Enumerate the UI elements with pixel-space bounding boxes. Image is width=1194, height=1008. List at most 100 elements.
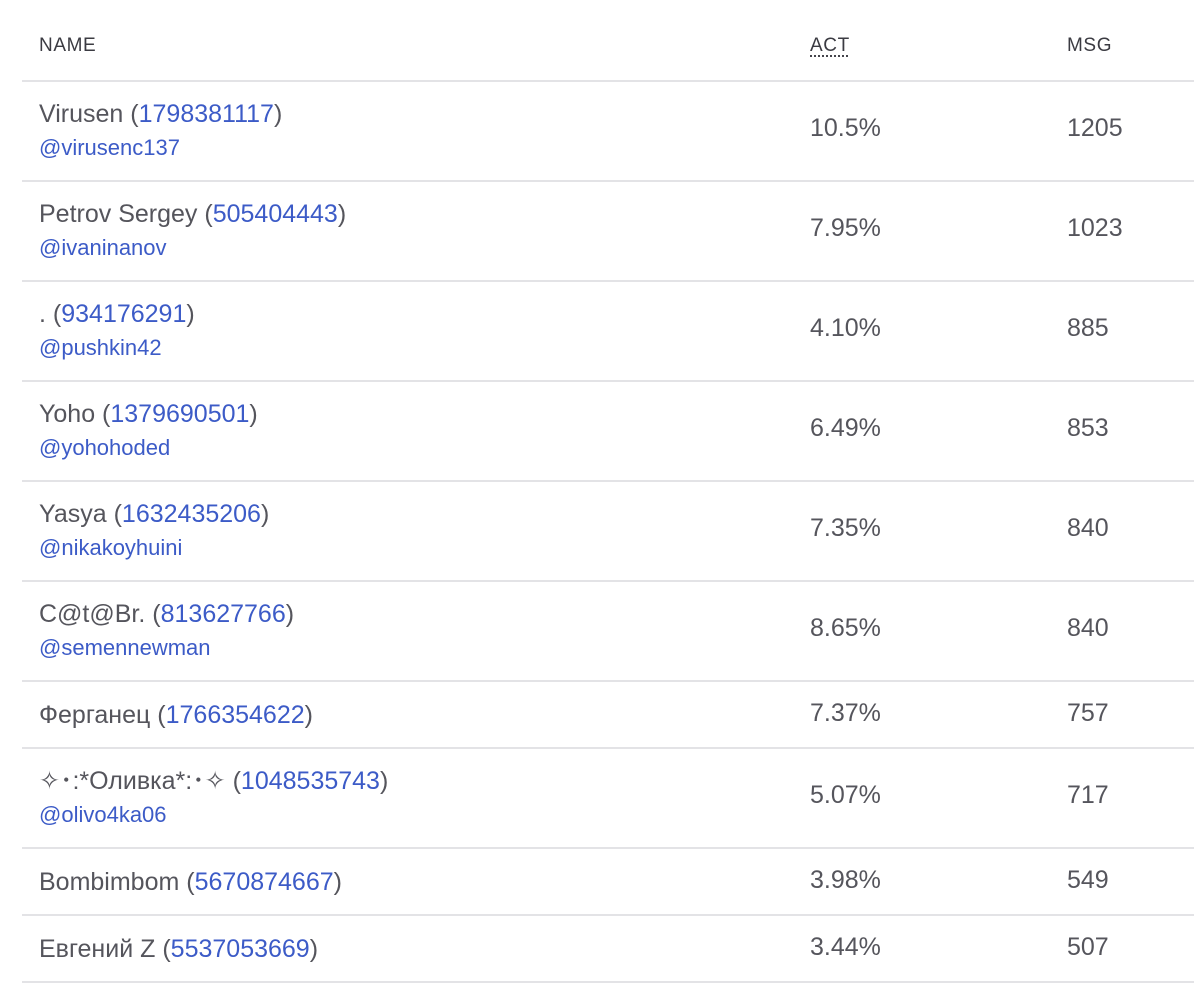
user-handle-link[interactable]: @semennewman [39, 631, 294, 665]
column-header-name[interactable]: NAME [39, 35, 96, 57]
user-cell: Virusen (1798381117) @virusenc137 [39, 97, 282, 165]
open-paren: ( [145, 600, 161, 628]
user-cell: Yoho (1379690501) @yohohoded [39, 397, 258, 465]
user-activity-table: NAME ACT MSG Virusen (1798381117) @viruse… [22, 0, 1194, 983]
column-header-msg[interactable]: MSG [1067, 35, 1112, 57]
activity-value: 7.37% [810, 699, 881, 727]
table-row[interactable]: Евгений Z (5537053669) 3.44% 507 [22, 916, 1194, 983]
table-row[interactable]: C@t@Br. (813627766) @semennewman 8.65% 840 [22, 582, 1194, 682]
user-id-link[interactable]: 505404443 [213, 200, 338, 228]
message-count: 885 [1067, 314, 1109, 342]
open-paren: ( [123, 100, 139, 128]
close-paren: ) [186, 300, 195, 328]
user-id-link[interactable]: 5537053669 [171, 935, 310, 963]
user-name-line: Petrov Sergey (505404443) [39, 197, 346, 231]
table-row[interactable]: ✧･:*Оливка*:･✧ (1048535743) @olivo4ka06 5.… [22, 749, 1194, 849]
close-paren: ) [260, 500, 270, 528]
message-count: 549 [1067, 866, 1109, 894]
user-display-name: Petrov Sergey [39, 200, 198, 228]
user-cell: . (934176291) @pushkin42 [39, 297, 195, 365]
message-count: 853 [1067, 414, 1109, 442]
message-count: 840 [1067, 614, 1109, 642]
table-row[interactable]: Petrov Sergey (505404443) @ivaninanov 7.95… [22, 182, 1194, 282]
open-paren: ( [150, 701, 166, 729]
user-name-line: C@t@Br. (813627766) [39, 597, 294, 631]
user-id-link[interactable]: 1379690501 [110, 400, 249, 428]
user-cell: Petrov Sergey (505404443) @ivaninanov [39, 197, 346, 265]
user-handle-link[interactable]: @pushkin42 [39, 331, 195, 365]
user-id-link[interactable]: 1766354622 [166, 701, 305, 729]
table-header: NAME ACT MSG [22, 0, 1194, 82]
table-row[interactable]: Yasya (1632435206) @nikakoyhuini 7.35% 840 [22, 482, 1194, 582]
user-display-name: Yasya [39, 500, 107, 528]
user-name-line: . (934176291) [39, 297, 195, 331]
user-cell: Ферганец (1766354622) [39, 698, 313, 732]
user-name-line: Virusen (1798381117) [39, 97, 282, 131]
table-body: Virusen (1798381117) @virusenc137 10.5% 120… [22, 82, 1194, 983]
open-paren: ( [106, 500, 122, 528]
user-id-link[interactable]: 1798381117 [139, 100, 274, 128]
open-paren: ( [225, 767, 241, 795]
user-handle-link[interactable]: @virusenc137 [39, 131, 282, 165]
user-cell: Bombimbom (5670874667) [39, 865, 342, 899]
message-count: 1205 [1067, 114, 1123, 142]
user-cell: C@t@Br. (813627766) @semennewman [39, 597, 294, 665]
user-handle-link[interactable]: @olivo4ka06 [39, 798, 388, 832]
open-paren: ( [197, 200, 213, 228]
user-name-line: Yoho (1379690501) [39, 397, 258, 431]
user-name-line: Yasya (1632435206) [39, 497, 269, 531]
user-display-name: . [39, 300, 46, 328]
activity-value: 5.07% [810, 781, 881, 809]
table-row[interactable]: Bombimbom (5670874667) 3.98% 549 [22, 849, 1194, 916]
activity-value: 7.35% [810, 514, 881, 542]
message-count: 840 [1067, 514, 1109, 542]
activity-value: 10.5% [810, 114, 881, 142]
close-paren: ) [337, 200, 347, 228]
activity-value: 6.49% [810, 414, 881, 442]
user-id-link[interactable]: 934176291 [61, 300, 186, 328]
user-name-line: Bombimbom (5670874667) [39, 865, 342, 899]
user-cell: Евгений Z (5537053669) [39, 932, 318, 966]
message-count: 717 [1067, 781, 1109, 809]
user-display-name: Евгений Z [39, 935, 156, 963]
user-display-name: Bombimbom [39, 868, 180, 896]
user-display-name: Virusen [39, 100, 124, 128]
close-paren: ) [309, 935, 319, 963]
close-paren: ) [249, 400, 258, 428]
message-count: 1023 [1067, 214, 1123, 242]
user-id-link[interactable]: 1048535743 [241, 767, 380, 795]
message-count: 757 [1067, 699, 1109, 727]
table-row[interactable]: Ферганец (1766354622) 7.37% 757 [22, 682, 1194, 749]
user-name-line: ✧･:*Оливка*:･✧ (1048535743) [39, 764, 388, 798]
user-name-line: Евгений Z (5537053669) [39, 932, 318, 966]
activity-value: 3.44% [810, 933, 881, 961]
close-paren: ) [379, 767, 389, 795]
user-cell: ✧･:*Оливка*:･✧ (1048535743) @olivo4ka06 [39, 764, 388, 832]
user-display-name: ✧･:*Оливка*:･✧ [39, 767, 226, 795]
open-paren: ( [179, 868, 195, 896]
user-display-name: Ферганец [39, 701, 151, 729]
user-name-line: Ферганец (1766354622) [39, 698, 313, 732]
user-id-link[interactable]: 5670874667 [195, 868, 334, 896]
table-row[interactable]: . (934176291) @pushkin42 4.10% 885 [22, 282, 1194, 382]
activity-value: 7.95% [810, 214, 881, 242]
table-row[interactable]: Virusen (1798381117) @virusenc137 10.5% 120… [22, 82, 1194, 182]
user-handle-link[interactable]: @ivaninanov [39, 231, 346, 265]
column-header-act[interactable]: ACT [810, 35, 850, 57]
close-paren: ) [304, 701, 313, 729]
user-id-link[interactable]: 1632435206 [122, 500, 261, 528]
close-paren: ) [273, 100, 283, 128]
open-paren: ( [95, 400, 111, 428]
activity-value: 4.10% [810, 314, 881, 342]
open-paren: ( [45, 300, 62, 328]
close-paren: ) [285, 600, 295, 628]
user-id-link[interactable]: 813627766 [161, 600, 286, 628]
activity-value: 3.98% [810, 866, 881, 894]
user-handle-link[interactable]: @nikakoyhuini [39, 531, 269, 565]
open-paren: ( [155, 935, 171, 963]
close-paren: ) [333, 868, 342, 896]
table-row[interactable]: Yoho (1379690501) @yohohoded 6.49% 853 [22, 382, 1194, 482]
message-count: 507 [1067, 933, 1109, 961]
user-cell: Yasya (1632435206) @nikakoyhuini [39, 497, 269, 565]
user-handle-link[interactable]: @yohohoded [39, 431, 258, 465]
